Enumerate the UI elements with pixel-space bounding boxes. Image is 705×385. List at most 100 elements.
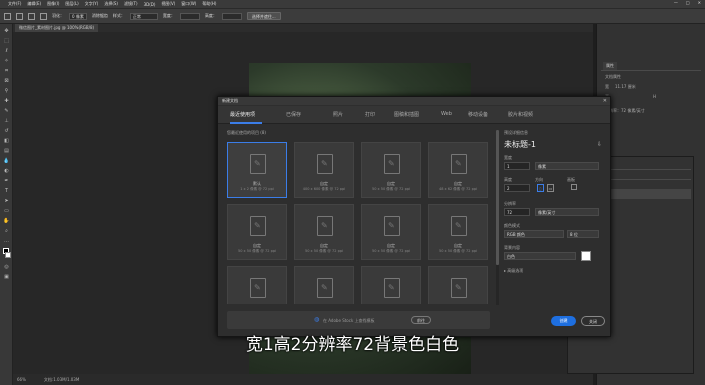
menu-help[interactable]: 帮助(H) <box>202 1 216 7</box>
brush-tool-icon[interactable]: ✎ <box>3 108 10 114</box>
history-brush-icon[interactable]: ↺ <box>3 128 10 134</box>
marquee-tool-icon[interactable]: ⬚ <box>3 38 10 44</box>
height-input[interactable]: 2 <box>504 184 530 192</box>
save-preset-icon[interactable]: ⇩ <box>597 141 602 148</box>
close-button[interactable]: 关闭 <box>581 316 605 326</box>
tab-properties[interactable]: 属性 <box>603 62 617 70</box>
preset-card[interactable] <box>294 266 354 304</box>
feather-input[interactable]: 0 像素 <box>69 12 87 20</box>
preset-card[interactable]: 自定50 x 50 像素 @ 72 ppi <box>361 204 421 260</box>
menu-window[interactable]: 窗口(W) <box>181 1 196 7</box>
frame-tool-icon[interactable]: ⊠ <box>3 78 10 84</box>
zoom-tool-icon[interactable]: ⌕ <box>3 228 10 234</box>
tab-photo[interactable]: 照片 <box>333 111 343 118</box>
preset-card[interactable]: 默认1 x 2 像素 @ 72 ppi <box>227 142 287 198</box>
preset-card[interactable] <box>227 266 287 304</box>
resolution-unit-select[interactable]: 像素/英寸 <box>535 208 599 216</box>
pen-tool-icon[interactable]: ✒ <box>3 178 10 184</box>
gradient-tool-icon[interactable]: ▤ <box>3 148 10 154</box>
tab-art-illustration[interactable]: 图稿和插图 <box>394 111 419 118</box>
antialias-checkbox[interactable]: 消除锯齿 <box>92 13 108 19</box>
stock-search-input[interactable]: 在 Adobe Stock 上查找模板 <box>323 318 375 324</box>
preset-card[interactable]: 自定48 x 62 像素 @ 72 ppi <box>428 142 488 198</box>
lasso-tool-icon[interactable]: ℓ <box>3 48 10 54</box>
background-color-swatch[interactable] <box>581 251 591 261</box>
type-tool-icon[interactable]: T <box>3 188 10 194</box>
move-tool-icon[interactable]: ✥ <box>3 28 10 34</box>
menu-layer[interactable]: 图层(L) <box>65 1 78 7</box>
preset-card[interactable]: 自定50 x 50 像素 @ 72 ppi <box>361 142 421 198</box>
scrollbar-thumb[interactable] <box>496 130 499 265</box>
more-tools-icon[interactable]: … <box>3 238 10 244</box>
document-name-input[interactable]: 未标题-1 <box>504 139 536 150</box>
tab-recent[interactable]: 最近使用项 <box>230 111 255 118</box>
add-selection-icon[interactable] <box>28 12 35 20</box>
quick-mask-icon[interactable]: ◎ <box>3 264 10 270</box>
preset-card[interactable]: 自定50 x 50 像素 @ 72 ppi <box>227 204 287 260</box>
tab-film-video[interactable]: 胶片和视频 <box>508 111 533 118</box>
menu-image[interactable]: 图像(I) <box>47 1 59 7</box>
blur-tool-icon[interactable]: 💧 <box>3 158 10 164</box>
portrait-orientation-icon[interactable]: ▯ <box>537 184 544 192</box>
menu-bar: 文件(F) 编辑(E) 图像(I) 图层(L) 文字(Y) 选择(S) 滤镜(T… <box>0 0 705 9</box>
preset-size: 50 x 50 像素 @ 72 ppi <box>438 249 478 253</box>
tab-saved[interactable]: 已保存 <box>286 111 301 118</box>
options-bar: 羽化： 0 像素 消除锯齿 样式： 正常 宽度： 高度： 选择并遮住... <box>0 9 705 24</box>
close-icon[interactable]: ✕ <box>698 0 701 5</box>
bit-depth-select[interactable]: 8 位 <box>567 230 599 238</box>
go-button[interactable]: 前往 <box>411 316 431 324</box>
resolution-input[interactable]: 72 <box>504 208 530 216</box>
preset-card[interactable]: 自定50 x 50 像素 @ 72 ppi <box>294 204 354 260</box>
eraser-tool-icon[interactable]: ◧ <box>3 138 10 144</box>
shape-tool-icon[interactable]: ▭ <box>3 208 10 214</box>
stamp-tool-icon[interactable]: ⊥ <box>3 118 10 124</box>
width-unit-select[interactable]: 像素 <box>535 162 599 170</box>
path-select-icon[interactable]: ➤ <box>3 198 10 204</box>
preset-card[interactable] <box>361 266 421 304</box>
color-mode-select[interactable]: RGB 颜色 <box>504 230 564 238</box>
preset-card[interactable] <box>428 266 488 304</box>
artboard-checkbox[interactable] <box>571 184 577 190</box>
document-tab[interactable]: 微信图片_素材图片.jpg @ 100%(RGB/8) <box>15 24 99 32</box>
landscape-orientation-icon[interactable]: ▭ <box>547 184 554 192</box>
new-selection-icon[interactable] <box>16 12 23 20</box>
select-and-mask-button[interactable]: 选择并遮住... <box>246 12 281 20</box>
dodge-tool-icon[interactable]: ◐ <box>3 168 10 174</box>
create-button[interactable]: 创建 <box>551 316 576 326</box>
tab-mobile[interactable]: 移动设备 <box>468 111 488 118</box>
maximize-icon[interactable]: □ <box>686 0 690 5</box>
document-icon <box>317 278 333 298</box>
hand-tool-icon[interactable]: ✋ <box>3 218 10 224</box>
menu-select[interactable]: 选择(S) <box>104 1 118 7</box>
menu-view[interactable]: 视图(V) <box>161 1 175 7</box>
healing-brush-icon[interactable]: ✚ <box>3 98 10 104</box>
advanced-options-toggle[interactable]: ▸ 高级选项 <box>504 268 523 274</box>
dialog-close-icon[interactable]: ✕ <box>603 97 607 105</box>
quick-select-icon[interactable]: ✧ <box>3 58 10 64</box>
preset-details-label: 预设详细信息 <box>504 130 528 135</box>
tab-print[interactable]: 打印 <box>365 111 375 118</box>
marquee-tool-icon[interactable] <box>4 12 11 20</box>
width-input[interactable]: 1 <box>504 162 530 170</box>
crop-tool-icon[interactable]: ⌗ <box>3 68 10 74</box>
menu-edit[interactable]: 编辑(E) <box>27 1 41 7</box>
zoom-level[interactable]: 66% <box>17 377 26 382</box>
menu-3d[interactable]: 3D(D) <box>144 2 156 7</box>
tab-web[interactable]: Web <box>441 111 452 117</box>
preset-scrollbar[interactable] <box>496 130 499 305</box>
preset-card[interactable]: 自定50 x 50 像素 @ 72 ppi <box>428 204 488 260</box>
screen-mode-icon[interactable]: ▣ <box>3 274 10 280</box>
document-icon <box>384 216 400 236</box>
eyedropper-icon[interactable]: ⚲ <box>3 88 10 94</box>
background-contents-select[interactable]: 白色 <box>504 252 576 260</box>
minimize-icon[interactable]: — <box>674 0 678 5</box>
style-select[interactable]: 正常 <box>129 12 158 20</box>
background-color-swatch[interactable] <box>5 252 11 258</box>
preset-card[interactable]: 自定400 x 600 像素 @ 72 ppi <box>294 142 354 198</box>
menu-file[interactable]: 文件(F) <box>8 1 21 7</box>
height-input[interactable] <box>221 12 242 20</box>
menu-type[interactable]: 文字(Y) <box>85 1 99 7</box>
width-input[interactable] <box>179 12 200 20</box>
subtract-selection-icon[interactable] <box>40 12 47 20</box>
menu-filter[interactable]: 滤镜(T) <box>124 1 138 7</box>
